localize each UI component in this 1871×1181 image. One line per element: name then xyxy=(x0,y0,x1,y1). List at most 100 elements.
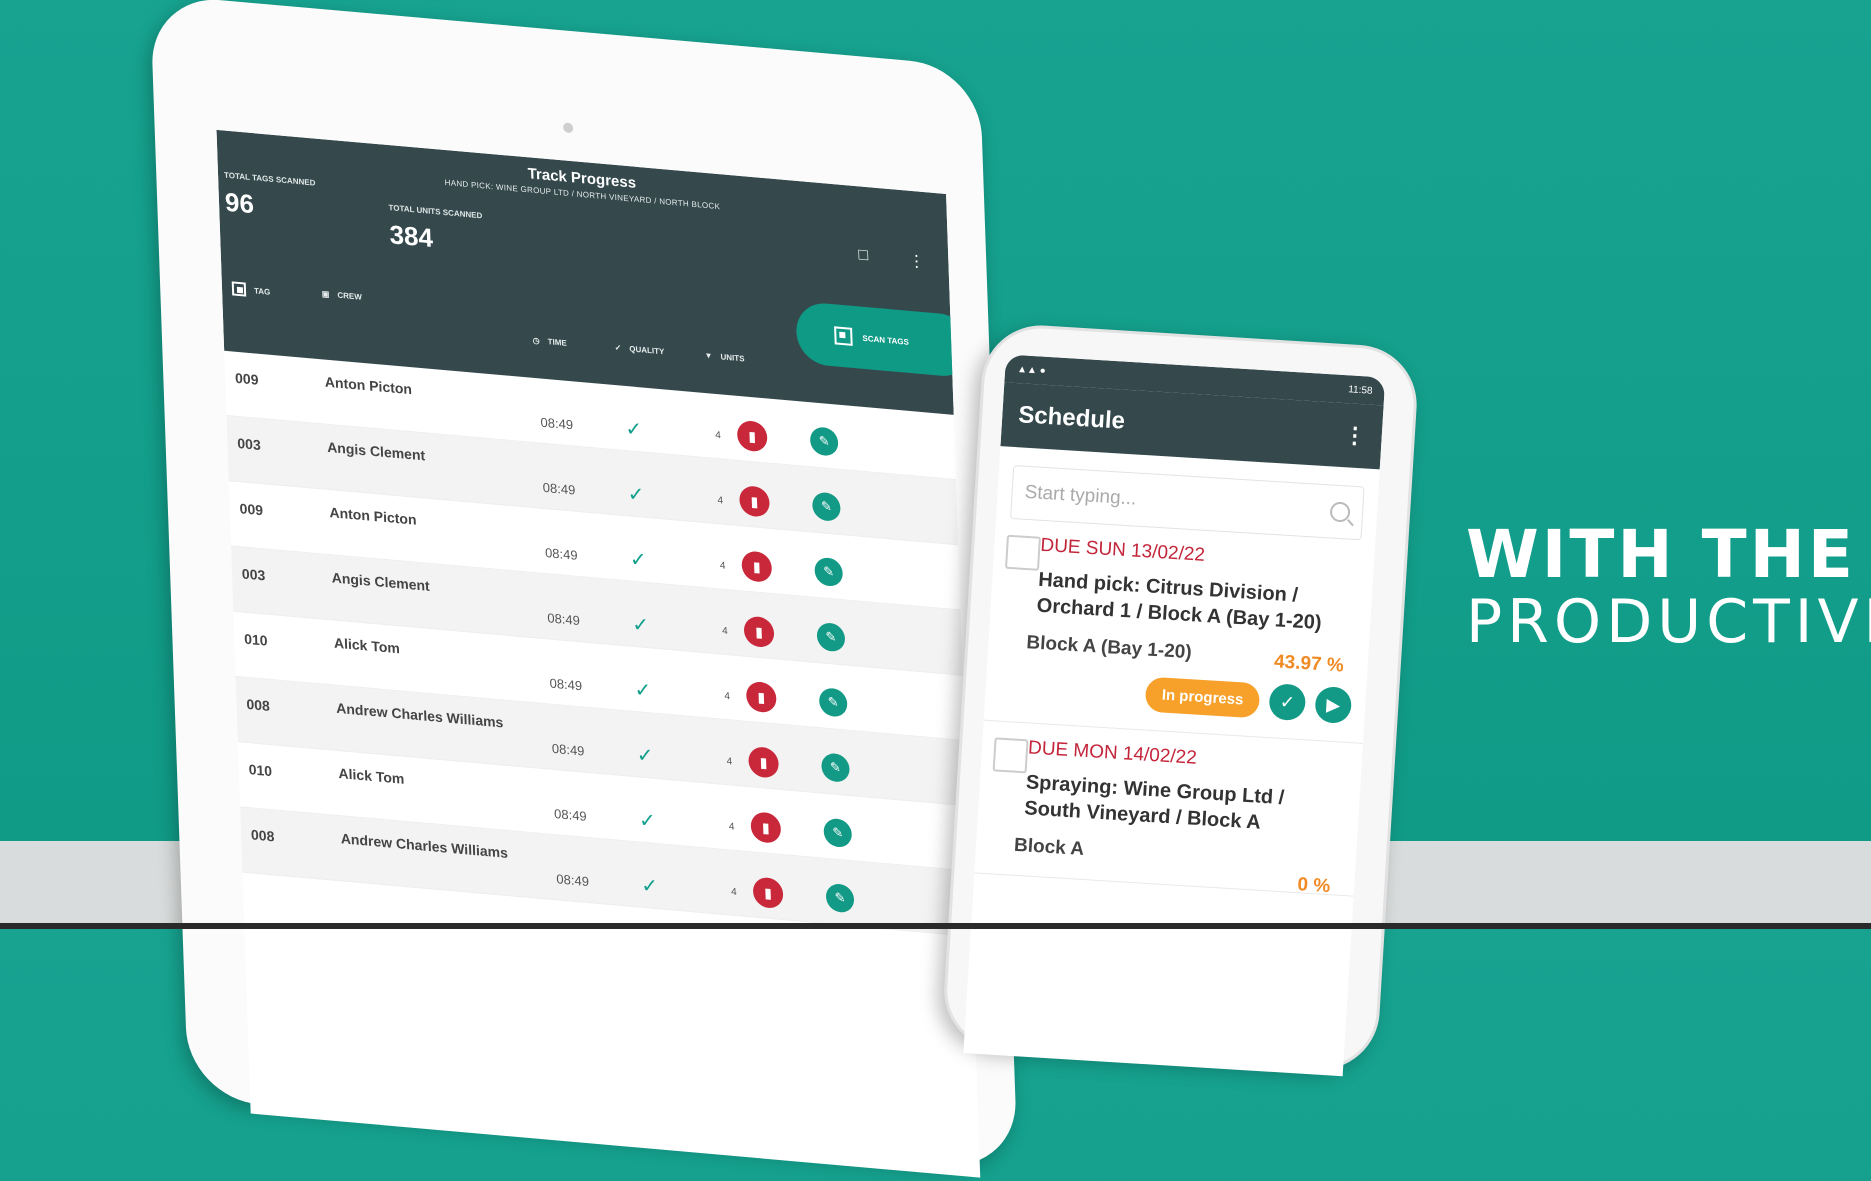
total-units-value: 384 xyxy=(388,219,434,254)
tag-list: 009 Anton Picton 08:49 ✓ 4 ▮ ✎ 003 Angis Clemen… xyxy=(224,350,972,937)
block-row: Block A 0 % xyxy=(989,833,1342,897)
quality-check-icon: ✓ xyxy=(627,483,645,507)
delete-icon[interactable]: ▮ xyxy=(745,680,777,714)
task-block: Block A xyxy=(1013,834,1085,861)
row-tag: 008 xyxy=(246,695,271,714)
row-time: 08:49 xyxy=(551,740,585,759)
row-units: 4 xyxy=(731,886,737,899)
status-time: 11:58 xyxy=(1347,383,1373,397)
column-time-label: TIME xyxy=(547,337,567,348)
task-name: Hand pick: Citrus Division / Orchard 1 /… xyxy=(1036,568,1323,635)
total-units-label: TOTAL UNITS SCANNED xyxy=(388,203,483,221)
quality-check-icon: ✓ xyxy=(638,809,657,833)
quality-check-icon: ✓ xyxy=(625,417,643,442)
edit-icon[interactable]: ✎ xyxy=(816,621,846,653)
tablet-camera xyxy=(562,122,574,134)
status-badge[interactable]: In progress xyxy=(1144,676,1261,718)
row-crew: Andrew Charles Williams xyxy=(340,830,509,861)
edit-icon[interactable]: ✎ xyxy=(809,426,839,457)
progress-percent: 0 % xyxy=(1296,874,1331,898)
column-header-crew[interactable]: ▣ CREW xyxy=(322,289,362,302)
search-placeholder: Start typing... xyxy=(1024,481,1138,510)
row-units: 4 xyxy=(715,429,722,442)
quality-check-icon: ✓ xyxy=(634,678,652,703)
task-checkbox[interactable] xyxy=(992,737,1029,774)
column-tag-label: TAG xyxy=(253,285,271,297)
play-icon[interactable]: ▶ xyxy=(1314,685,1353,725)
schedule-card[interactable]: DUE MON 14/02/22 Spraying: Wine Group Lt… xyxy=(974,720,1363,897)
row-time: 08:49 xyxy=(542,479,576,498)
edit-icon[interactable]: ✎ xyxy=(825,882,855,914)
qr-code-icon xyxy=(231,281,247,297)
column-header-units[interactable]: ▼ UNITS xyxy=(704,351,744,364)
edit-icon[interactable]: ✎ xyxy=(814,556,844,588)
quality-check-icon: ✓ xyxy=(629,548,648,573)
phone-screen: ▲▲ ● 11:58 Schedule ⋮ Start typing... DU… xyxy=(963,354,1386,1077)
row-time: 08:49 xyxy=(544,545,578,563)
search-icon[interactable] xyxy=(1329,501,1351,523)
signal-icon: ▲▲ ● xyxy=(1016,363,1047,377)
units-icon: ▼ xyxy=(704,350,713,361)
column-quality-label: QUALITY xyxy=(629,344,665,357)
headline: WITH THE A PRODUCTIVI xyxy=(1466,516,1871,655)
edit-icon[interactable]: ✎ xyxy=(818,687,848,718)
row-units: 4 xyxy=(717,495,724,507)
column-header-tag[interactable]: TAG xyxy=(231,281,271,298)
edit-icon[interactable]: ✎ xyxy=(811,491,841,522)
check-icon: ✓ xyxy=(614,342,622,353)
screen-title: Schedule xyxy=(1017,401,1126,435)
row-crew: Alick Tom xyxy=(338,764,405,787)
column-units-label: UNITS xyxy=(720,352,745,364)
complete-check-icon[interactable]: ✓ xyxy=(1268,683,1307,722)
task-name: Spraying: Wine Group Ltd / South Vineyar… xyxy=(1023,771,1285,834)
row-time: 08:49 xyxy=(549,675,583,694)
more-vert-icon[interactable]: ⋮ xyxy=(1343,422,1366,449)
block-row: Block A (Bay 1-20) 43.97 % xyxy=(1002,631,1355,677)
row-tag: 003 xyxy=(241,565,266,584)
edit-icon[interactable]: ✎ xyxy=(823,817,853,849)
phone-device: ▲▲ ● 11:58 Schedule ⋮ Start typing... DU… xyxy=(940,322,1421,1077)
row-crew: Anton Picton xyxy=(324,373,413,398)
bottom-edge xyxy=(0,923,1871,929)
row-tag: 010 xyxy=(248,761,273,780)
delete-icon[interactable]: ▮ xyxy=(750,811,782,844)
row-units: 4 xyxy=(721,625,728,638)
quality-check-icon: ✓ xyxy=(640,874,659,899)
delete-icon[interactable]: ▮ xyxy=(752,876,784,910)
column-header-quality[interactable]: ✓ QUALITY xyxy=(614,343,664,356)
chat-icon[interactable]: □ xyxy=(858,246,868,265)
delete-icon[interactable]: ▮ xyxy=(748,745,780,779)
row-units: 4 xyxy=(726,756,733,768)
row-units: 4 xyxy=(728,821,735,833)
row-time: 08:49 xyxy=(547,610,581,629)
row-tag: 010 xyxy=(243,630,268,649)
delete-icon[interactable]: ▮ xyxy=(738,485,770,518)
qr-code-icon xyxy=(834,326,853,346)
task-checkbox[interactable] xyxy=(1004,534,1041,571)
delete-icon[interactable]: ▮ xyxy=(736,419,768,453)
row-tag: 003 xyxy=(237,434,261,454)
delete-icon[interactable]: ▮ xyxy=(741,550,773,584)
card-actions: In progress ✓ ▶ xyxy=(999,667,1353,725)
row-crew: Anton Picton xyxy=(329,504,417,528)
column-header-time[interactable]: ◷ TIME xyxy=(533,336,567,348)
scan-tags-button[interactable]: SCAN TAGS xyxy=(795,300,973,379)
row-time: 08:49 xyxy=(540,414,574,433)
row-tag: 009 xyxy=(234,369,259,388)
headline-line-1: WITH THE A xyxy=(1466,516,1871,593)
total-tags-value: 96 xyxy=(224,186,255,220)
tablet-device: Track Progress HAND PICK: WINE GROUP LTD… xyxy=(150,0,1018,1178)
row-crew: Alick Tom xyxy=(333,634,401,657)
row-units: 4 xyxy=(724,690,731,703)
clock-icon: ◷ xyxy=(532,335,540,346)
row-tag: 008 xyxy=(250,826,275,845)
progress-percent: 43.97 % xyxy=(1273,651,1345,677)
row-crew: Angis Clement xyxy=(331,569,430,594)
row-crew: Angis Clement xyxy=(326,438,426,464)
delete-icon[interactable]: ▮ xyxy=(743,615,775,649)
schedule-card[interactable]: DUE SUN 13/02/22 Hand pick: Citrus Divis… xyxy=(983,518,1376,744)
more-vert-icon[interactable]: ⋮ xyxy=(908,251,925,272)
row-tag: 009 xyxy=(239,500,264,519)
quality-check-icon: ✓ xyxy=(631,613,650,638)
edit-icon[interactable]: ✎ xyxy=(821,752,850,783)
